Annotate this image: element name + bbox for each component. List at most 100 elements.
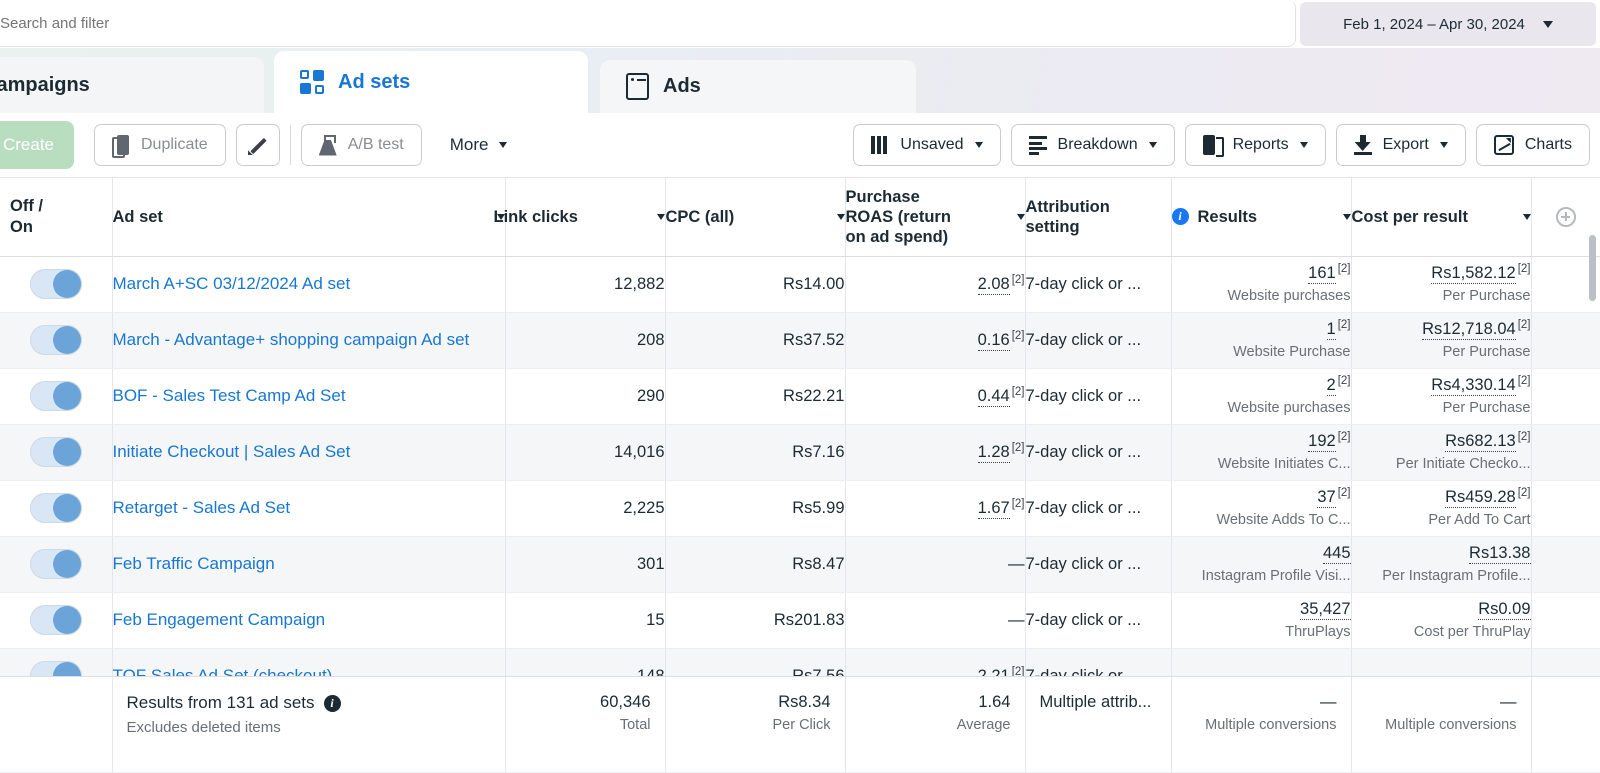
cell-off-on[interactable]: [0, 312, 112, 368]
duplicate-icon: [112, 135, 130, 156]
sort-caret-icon[interactable]: [1017, 214, 1025, 220]
cell-off-on[interactable]: [0, 256, 112, 312]
cell-ad-set[interactable]: BOF - Sales Test Camp Ad Set: [112, 368, 505, 424]
cell-attribution-setting: 7-day click or ...: [1025, 480, 1171, 536]
grid-icon: [300, 70, 324, 94]
breakdown-label: Breakdown: [1058, 136, 1138, 154]
col-header-link-clicks[interactable]: Link clicks: [505, 178, 665, 256]
ad-set-link[interactable]: March - Advantage+ shopping campaign Ad …: [113, 330, 470, 349]
table-row[interactable]: Feb Traffic Campaign301Rs8.47—7-day clic…: [0, 536, 1600, 592]
cell-results-sub: Website Purchase: [1172, 344, 1351, 361]
cell-link-clicks: 290: [505, 368, 665, 424]
cell-cost-per-result: Rs0.09Cost per ThruPlay: [1351, 592, 1531, 648]
cell-attribution-setting: 7-day click or ...: [1025, 368, 1171, 424]
summary-cell-results: — Multiple conversions: [1171, 677, 1351, 772]
create-button[interactable]: Create: [0, 121, 74, 169]
table-row[interactable]: March A+SC 03/12/2024 Ad set12,882Rs14.0…: [0, 256, 1600, 312]
sort-caret-icon[interactable]: [837, 214, 845, 220]
reports-button[interactable]: Reports: [1185, 124, 1326, 166]
summary-cell-title: Results from 131 ad sets i Excludes dele…: [112, 677, 505, 772]
duplicate-button[interactable]: Duplicate: [94, 124, 226, 166]
ad-set-link[interactable]: Retarget - Sales Ad Set: [113, 498, 291, 517]
cell-off-on[interactable]: [0, 536, 112, 592]
cell-off-on[interactable]: [0, 424, 112, 480]
col-header-cpc[interactable]: CPC (all): [665, 178, 845, 256]
more-button[interactable]: More: [438, 124, 520, 166]
cell-cost-per-result-sub: Per Purchase: [1352, 288, 1531, 305]
cell-link-clicks: 2,225: [505, 480, 665, 536]
ad-set-link[interactable]: Initiate Checkout | Sales Ad Set: [113, 442, 351, 461]
table-row[interactable]: March - Advantage+ shopping campaign Ad …: [0, 312, 1600, 368]
info-icon[interactable]: i: [1172, 208, 1189, 225]
ab-test-button[interactable]: A/B test: [301, 124, 422, 166]
on-off-toggle[interactable]: [30, 549, 82, 579]
col-header-ad-set[interactable]: Ad set: [112, 178, 505, 256]
on-off-toggle[interactable]: [30, 269, 82, 299]
ad-set-link[interactable]: March A+SC 03/12/2024 Ad set: [113, 274, 351, 293]
cell-spacer: [1531, 424, 1600, 480]
col-label-attribution-setting: Attribution setting: [1026, 197, 1136, 237]
cell-ad-set[interactable]: Retarget - Sales Ad Set: [112, 480, 505, 536]
ad-set-link[interactable]: Feb Engagement Campaign: [113, 610, 326, 629]
flask-icon: [319, 135, 337, 156]
export-button[interactable]: Export: [1336, 124, 1466, 166]
search-input[interactable]: [0, 15, 1295, 32]
cell-off-on[interactable]: [0, 592, 112, 648]
cell-ad-set[interactable]: Feb Engagement Campaign: [112, 592, 505, 648]
col-label-cpc: CPC (all): [666, 207, 735, 227]
col-header-purchase-roas[interactable]: Purchase ROAS (return on ad spend): [845, 178, 1025, 256]
edit-button[interactable]: [236, 124, 280, 166]
tab-ad-sets[interactable]: Ad sets: [274, 51, 588, 113]
table-row[interactable]: BOF - Sales Test Camp Ad Set290Rs22.210.…: [0, 368, 1600, 424]
on-off-toggle[interactable]: [30, 605, 82, 635]
tab-campaigns[interactable]: Campaigns: [0, 57, 264, 113]
on-off-toggle[interactable]: [30, 325, 82, 355]
ad-set-link[interactable]: BOF - Sales Test Camp Ad Set: [113, 386, 346, 405]
summary-attribution: Multiple attrib...: [1040, 693, 1157, 712]
cell-ad-set[interactable]: Initiate Checkout | Sales Ad Set: [112, 424, 505, 480]
cell-cost-per-result-sub: Per Add To Cart: [1352, 512, 1531, 529]
search-filter-bar[interactable]: [0, 0, 1296, 47]
summary-link-clicks-sub: Total: [520, 717, 651, 734]
cell-cost-per-result-sub: Per Purchase: [1352, 344, 1531, 361]
table-row[interactable]: Initiate Checkout | Sales Ad Set14,016Rs…: [0, 424, 1600, 480]
sort-caret-icon[interactable]: [1343, 214, 1351, 220]
cell-off-on[interactable]: [0, 368, 112, 424]
cell-link-clicks: 301: [505, 536, 665, 592]
chevron-down-icon: [499, 142, 507, 148]
summary-roas-sub: Average: [860, 717, 1011, 734]
col-header-results[interactable]: i Results: [1171, 178, 1351, 256]
on-off-toggle[interactable]: [30, 437, 82, 467]
cell-ad-set[interactable]: Feb Traffic Campaign: [112, 536, 505, 592]
add-column-icon[interactable]: [1556, 207, 1576, 227]
sort-caret-icon[interactable]: [1523, 214, 1531, 220]
cell-off-on[interactable]: [0, 480, 112, 536]
cell-ad-set[interactable]: March - Advantage+ shopping campaign Ad …: [112, 312, 505, 368]
cell-ad-set[interactable]: March A+SC 03/12/2024 Ad set: [112, 256, 505, 312]
summary-cpc: Rs8.34: [680, 693, 831, 712]
toggle-knob: [53, 494, 81, 522]
cell-cost-per-result: Rs682.13[2]Per Initiate Checko...: [1351, 424, 1531, 480]
toggle-knob: [53, 382, 81, 410]
sort-caret-icon[interactable]: [657, 214, 665, 220]
vertical-scrollbar-thumb[interactable]: [1589, 235, 1596, 301]
breakdown-button[interactable]: Breakdown: [1011, 124, 1175, 166]
info-icon[interactable]: i: [324, 695, 341, 712]
columns-unsaved-button[interactable]: Unsaved: [853, 124, 1000, 166]
table-row[interactable]: Feb Engagement Campaign15Rs201.83—7-day …: [0, 592, 1600, 648]
cell-results-sub: Website purchases: [1172, 400, 1351, 417]
cell-results-sub: Website purchases: [1172, 288, 1351, 305]
col-header-cost-per-result[interactable]: Cost per result: [1351, 178, 1531, 256]
chart-icon: [1494, 135, 1514, 155]
table-row[interactable]: Retarget - Sales Ad Set2,225Rs5.991.67[2…: [0, 480, 1600, 536]
cell-results-sub: ThruPlays: [1172, 624, 1351, 641]
summary-cell-spacer: [1531, 677, 1600, 772]
date-range-picker[interactable]: Feb 1, 2024 – Apr 30, 2024: [1300, 2, 1596, 46]
breakdown-icon: [1029, 136, 1047, 154]
ad-set-link[interactable]: Feb Traffic Campaign: [113, 554, 275, 573]
tab-ads[interactable]: Ads: [600, 60, 916, 113]
on-off-toggle[interactable]: [30, 381, 82, 411]
charts-button[interactable]: Charts: [1476, 124, 1590, 166]
on-off-toggle[interactable]: [30, 493, 82, 523]
toggle-knob: [53, 270, 81, 298]
